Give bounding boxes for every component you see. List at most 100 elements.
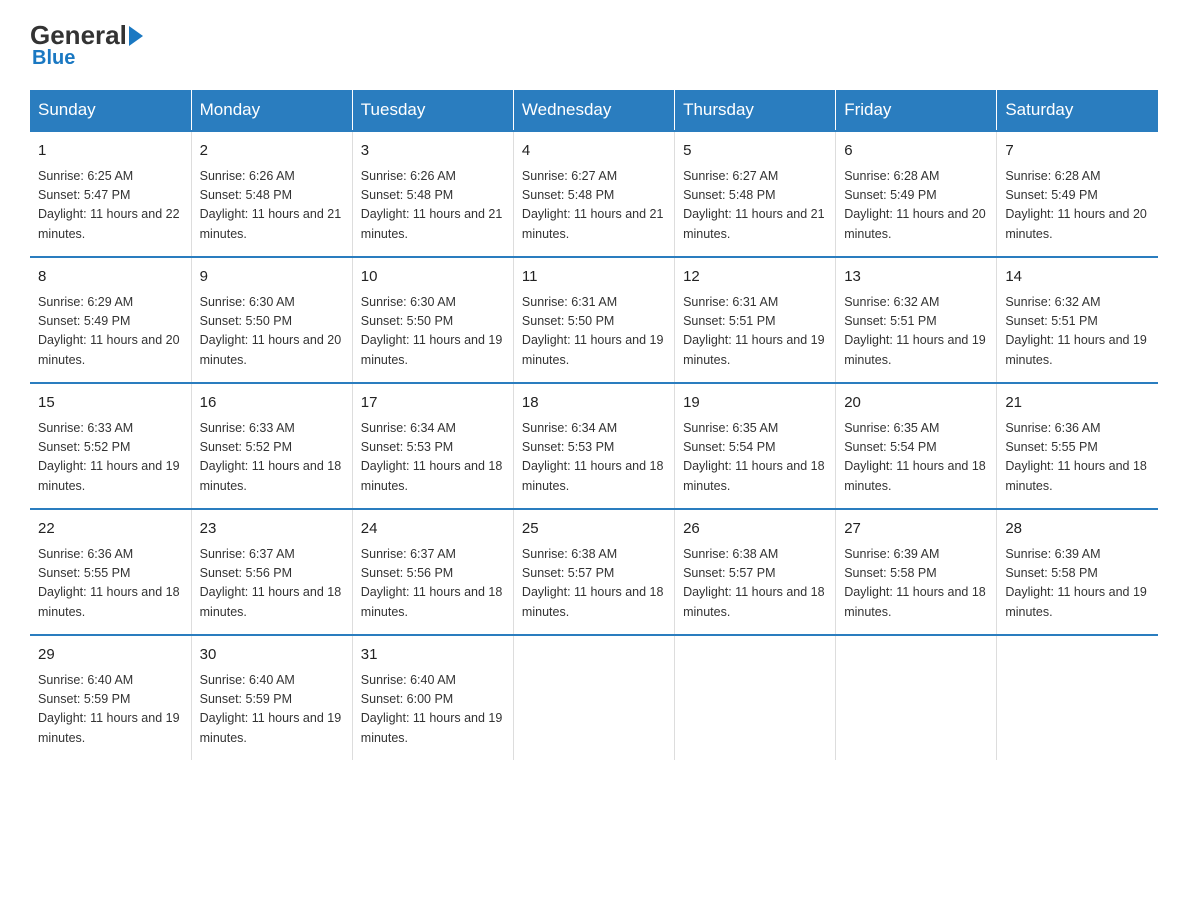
day-info: Sunrise: 6:40 AMSunset: 6:00 PMDaylight:…: [361, 671, 505, 749]
day-number: 9: [200, 266, 344, 289]
calendar-cell: 19 Sunrise: 6:35 AMSunset: 5:54 PMDaylig…: [675, 383, 836, 509]
day-number: 21: [1005, 392, 1150, 415]
day-number: 16: [200, 392, 344, 415]
day-header-monday: Monday: [191, 90, 352, 131]
logo-blue-text: Blue: [30, 47, 75, 70]
day-info: Sunrise: 6:26 AMSunset: 5:48 PMDaylight:…: [361, 167, 505, 245]
day-header-tuesday: Tuesday: [352, 90, 513, 131]
day-header-friday: Friday: [836, 90, 997, 131]
page-header: General Blue: [30, 20, 1158, 70]
day-info: Sunrise: 6:30 AMSunset: 5:50 PMDaylight:…: [361, 293, 505, 371]
calendar-cell: 16 Sunrise: 6:33 AMSunset: 5:52 PMDaylig…: [191, 383, 352, 509]
day-info: Sunrise: 6:27 AMSunset: 5:48 PMDaylight:…: [522, 167, 666, 245]
day-number: 27: [844, 518, 988, 541]
day-header-thursday: Thursday: [675, 90, 836, 131]
day-info: Sunrise: 6:38 AMSunset: 5:57 PMDaylight:…: [683, 545, 827, 623]
calendar-cell: [997, 635, 1158, 760]
day-number: 26: [683, 518, 827, 541]
day-number: 10: [361, 266, 505, 289]
calendar-cell: 27 Sunrise: 6:39 AMSunset: 5:58 PMDaylig…: [836, 509, 997, 635]
week-row-4: 22 Sunrise: 6:36 AMSunset: 5:55 PMDaylig…: [30, 509, 1158, 635]
day-number: 11: [522, 266, 666, 289]
day-number: 19: [683, 392, 827, 415]
day-info: Sunrise: 6:35 AMSunset: 5:54 PMDaylight:…: [844, 419, 988, 497]
day-number: 17: [361, 392, 505, 415]
calendar-cell: 18 Sunrise: 6:34 AMSunset: 5:53 PMDaylig…: [513, 383, 674, 509]
day-info: Sunrise: 6:35 AMSunset: 5:54 PMDaylight:…: [683, 419, 827, 497]
calendar-cell: 12 Sunrise: 6:31 AMSunset: 5:51 PMDaylig…: [675, 257, 836, 383]
day-number: 3: [361, 140, 505, 163]
day-number: 23: [200, 518, 344, 541]
calendar-cell: 30 Sunrise: 6:40 AMSunset: 5:59 PMDaylig…: [191, 635, 352, 760]
week-row-5: 29 Sunrise: 6:40 AMSunset: 5:59 PMDaylig…: [30, 635, 1158, 760]
calendar-cell: 3 Sunrise: 6:26 AMSunset: 5:48 PMDayligh…: [352, 131, 513, 257]
calendar-cell: [836, 635, 997, 760]
day-number: 29: [38, 644, 183, 667]
calendar-cell: 29 Sunrise: 6:40 AMSunset: 5:59 PMDaylig…: [30, 635, 191, 760]
calendar-cell: 21 Sunrise: 6:36 AMSunset: 5:55 PMDaylig…: [997, 383, 1158, 509]
calendar-cell: 15 Sunrise: 6:33 AMSunset: 5:52 PMDaylig…: [30, 383, 191, 509]
day-number: 13: [844, 266, 988, 289]
day-number: 20: [844, 392, 988, 415]
calendar-cell: 13 Sunrise: 6:32 AMSunset: 5:51 PMDaylig…: [836, 257, 997, 383]
week-row-1: 1 Sunrise: 6:25 AMSunset: 5:47 PMDayligh…: [30, 131, 1158, 257]
day-number: 18: [522, 392, 666, 415]
calendar-cell: 31 Sunrise: 6:40 AMSunset: 6:00 PMDaylig…: [352, 635, 513, 760]
day-number: 28: [1005, 518, 1150, 541]
day-number: 30: [200, 644, 344, 667]
calendar-cell: 2 Sunrise: 6:26 AMSunset: 5:48 PMDayligh…: [191, 131, 352, 257]
days-header-row: SundayMondayTuesdayWednesdayThursdayFrid…: [30, 90, 1158, 131]
day-info: Sunrise: 6:28 AMSunset: 5:49 PMDaylight:…: [1005, 167, 1150, 245]
day-info: Sunrise: 6:37 AMSunset: 5:56 PMDaylight:…: [200, 545, 344, 623]
calendar-cell: 25 Sunrise: 6:38 AMSunset: 5:57 PMDaylig…: [513, 509, 674, 635]
calendar-cell: 5 Sunrise: 6:27 AMSunset: 5:48 PMDayligh…: [675, 131, 836, 257]
day-number: 5: [683, 140, 827, 163]
calendar-cell: 9 Sunrise: 6:30 AMSunset: 5:50 PMDayligh…: [191, 257, 352, 383]
day-header-wednesday: Wednesday: [513, 90, 674, 131]
calendar-cell: [513, 635, 674, 760]
day-info: Sunrise: 6:32 AMSunset: 5:51 PMDaylight:…: [844, 293, 988, 371]
day-number: 2: [200, 140, 344, 163]
calendar-cell: 14 Sunrise: 6:32 AMSunset: 5:51 PMDaylig…: [997, 257, 1158, 383]
day-number: 6: [844, 140, 988, 163]
day-info: Sunrise: 6:38 AMSunset: 5:57 PMDaylight:…: [522, 545, 666, 623]
day-info: Sunrise: 6:39 AMSunset: 5:58 PMDaylight:…: [844, 545, 988, 623]
day-info: Sunrise: 6:27 AMSunset: 5:48 PMDaylight:…: [683, 167, 827, 245]
week-row-2: 8 Sunrise: 6:29 AMSunset: 5:49 PMDayligh…: [30, 257, 1158, 383]
calendar-cell: [675, 635, 836, 760]
calendar-cell: 24 Sunrise: 6:37 AMSunset: 5:56 PMDaylig…: [352, 509, 513, 635]
day-info: Sunrise: 6:40 AMSunset: 5:59 PMDaylight:…: [200, 671, 344, 749]
day-info: Sunrise: 6:32 AMSunset: 5:51 PMDaylight:…: [1005, 293, 1150, 371]
day-number: 25: [522, 518, 666, 541]
calendar-cell: 1 Sunrise: 6:25 AMSunset: 5:47 PMDayligh…: [30, 131, 191, 257]
calendar-cell: 8 Sunrise: 6:29 AMSunset: 5:49 PMDayligh…: [30, 257, 191, 383]
day-info: Sunrise: 6:34 AMSunset: 5:53 PMDaylight:…: [361, 419, 505, 497]
day-info: Sunrise: 6:36 AMSunset: 5:55 PMDaylight:…: [38, 545, 183, 623]
calendar-cell: 11 Sunrise: 6:31 AMSunset: 5:50 PMDaylig…: [513, 257, 674, 383]
week-row-3: 15 Sunrise: 6:33 AMSunset: 5:52 PMDaylig…: [30, 383, 1158, 509]
day-info: Sunrise: 6:26 AMSunset: 5:48 PMDaylight:…: [200, 167, 344, 245]
day-info: Sunrise: 6:31 AMSunset: 5:51 PMDaylight:…: [683, 293, 827, 371]
calendar-table: SundayMondayTuesdayWednesdayThursdayFrid…: [30, 90, 1158, 760]
day-number: 8: [38, 266, 183, 289]
day-number: 1: [38, 140, 183, 163]
day-info: Sunrise: 6:37 AMSunset: 5:56 PMDaylight:…: [361, 545, 505, 623]
logo-arrow-icon: [129, 26, 143, 46]
day-info: Sunrise: 6:40 AMSunset: 5:59 PMDaylight:…: [38, 671, 183, 749]
day-number: 22: [38, 518, 183, 541]
day-info: Sunrise: 6:25 AMSunset: 5:47 PMDaylight:…: [38, 167, 183, 245]
calendar-cell: 7 Sunrise: 6:28 AMSunset: 5:49 PMDayligh…: [997, 131, 1158, 257]
calendar-cell: 22 Sunrise: 6:36 AMSunset: 5:55 PMDaylig…: [30, 509, 191, 635]
calendar-cell: 17 Sunrise: 6:34 AMSunset: 5:53 PMDaylig…: [352, 383, 513, 509]
day-number: 12: [683, 266, 827, 289]
logo: General Blue: [30, 20, 145, 70]
day-info: Sunrise: 6:28 AMSunset: 5:49 PMDaylight:…: [844, 167, 988, 245]
day-info: Sunrise: 6:31 AMSunset: 5:50 PMDaylight:…: [522, 293, 666, 371]
day-info: Sunrise: 6:29 AMSunset: 5:49 PMDaylight:…: [38, 293, 183, 371]
day-info: Sunrise: 6:34 AMSunset: 5:53 PMDaylight:…: [522, 419, 666, 497]
calendar-cell: 28 Sunrise: 6:39 AMSunset: 5:58 PMDaylig…: [997, 509, 1158, 635]
calendar-cell: 4 Sunrise: 6:27 AMSunset: 5:48 PMDayligh…: [513, 131, 674, 257]
day-header-sunday: Sunday: [30, 90, 191, 131]
day-info: Sunrise: 6:33 AMSunset: 5:52 PMDaylight:…: [38, 419, 183, 497]
day-number: 14: [1005, 266, 1150, 289]
